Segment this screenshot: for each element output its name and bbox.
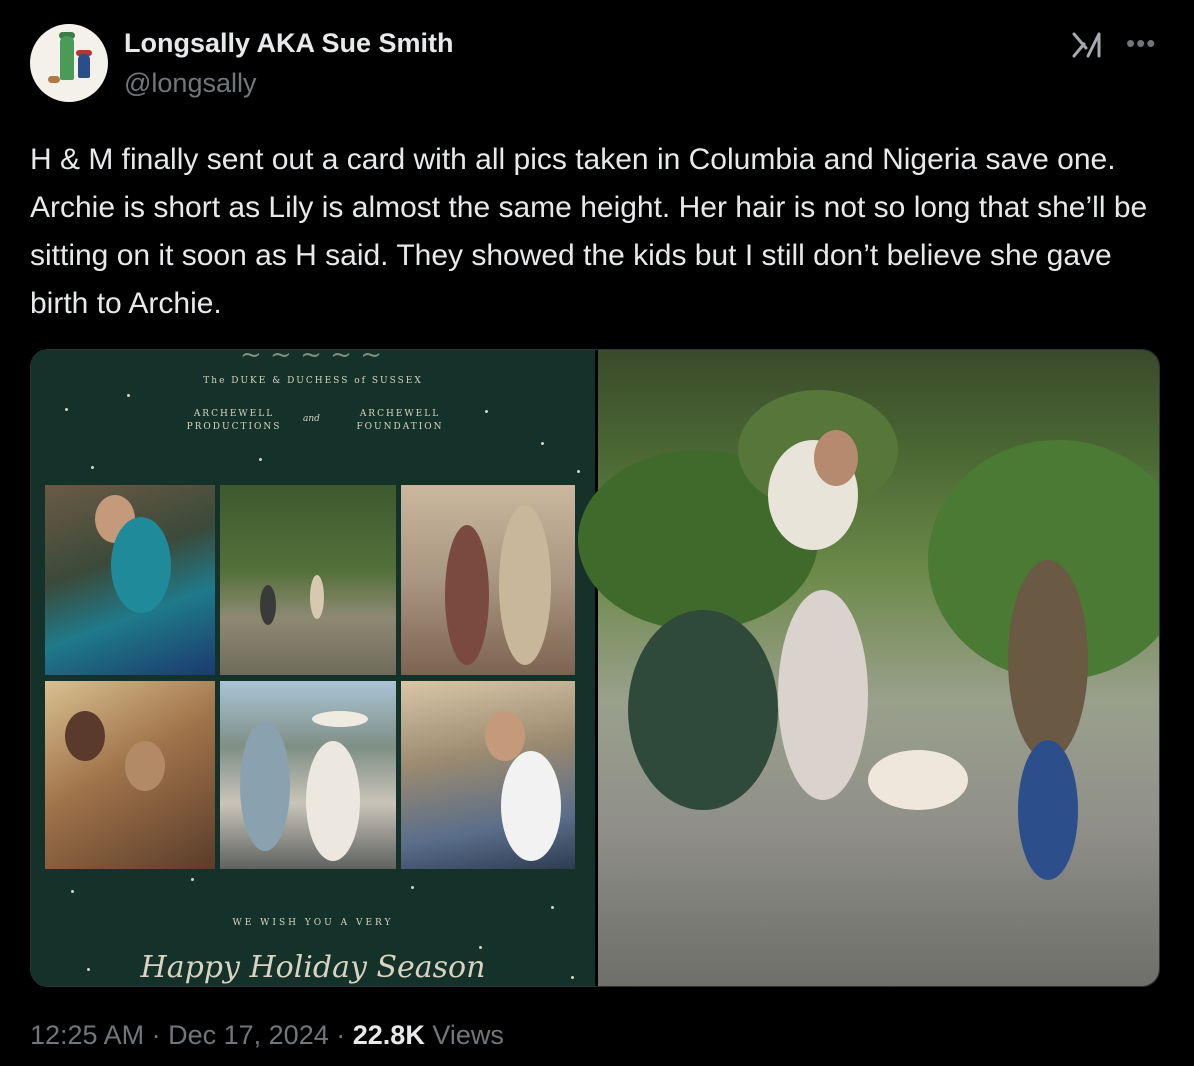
- card-star: [479, 946, 482, 949]
- card-top-script: ~ ~ ~ ~ ~: [240, 349, 382, 370]
- grok-icon[interactable]: [1070, 28, 1104, 62]
- meta-separator: ·: [336, 1020, 346, 1050]
- card-star: [485, 410, 488, 413]
- avatar-dog: [48, 76, 60, 83]
- card-and: and: [303, 414, 320, 424]
- tweet-date[interactable]: Dec 17, 2024: [168, 1020, 329, 1050]
- card-star: [551, 906, 554, 909]
- card-archewell-productions: ARCHEWELL PRODUCTIONS: [186, 409, 282, 432]
- holiday-card-image[interactable]: ~ ~ ~ ~ ~ The DUKE & DUCHESS of SUSSEX A…: [31, 349, 595, 986]
- card-star: [541, 442, 544, 445]
- card-photo-hug: [45, 485, 215, 675]
- card-season-line: Happy Holiday Season: [140, 950, 486, 985]
- card-duke-line: The DUKE & DUCHESS of SUSSEX: [203, 376, 423, 386]
- card-star: [65, 408, 68, 411]
- avatar[interactable]: [30, 24, 108, 102]
- card-star: [191, 878, 194, 881]
- more-icon[interactable]: •••: [1126, 28, 1158, 58]
- card-photo-couple: [401, 485, 575, 675]
- views-label: Views: [432, 1020, 504, 1050]
- author-display-name[interactable]: Longsally AKA Sue Smith: [124, 28, 454, 59]
- card-photo-hospital: [401, 681, 575, 869]
- card-photo-group: [45, 681, 215, 869]
- tweet-meta: 12:25 AM · Dec 17, 2024 · 22.8K Views: [30, 1020, 504, 1051]
- avatar-figure: [60, 36, 74, 80]
- card-archewell-foundation: ARCHEWELL FOUNDATION: [356, 409, 444, 432]
- card-star: [91, 466, 94, 469]
- card-star: [577, 470, 580, 473]
- family-photo-image[interactable]: [578, 350, 1159, 986]
- card-star: [411, 886, 414, 889]
- card-star: [127, 394, 130, 397]
- tweet-text: H & M finally sent out a card with all p…: [30, 143, 1148, 320]
- card-star: [259, 458, 262, 461]
- card-photo-garden: [220, 485, 396, 675]
- card-star: [71, 890, 74, 893]
- tweet-time[interactable]: 12:25 AM: [30, 1020, 144, 1050]
- media-grid[interactable]: ~ ~ ~ ~ ~ The DUKE & DUCHESS of SUSSEX A…: [30, 349, 1160, 987]
- card-photo-hat: [220, 681, 396, 869]
- meta-separator: ·: [151, 1020, 161, 1050]
- card-wish-line: WE WISH YOU A VERY: [232, 918, 394, 928]
- tweet: Longsally AKA Sue Smith @longsally ••• H…: [0, 0, 1194, 1066]
- views-count: 22.8K: [352, 1020, 425, 1050]
- author-handle[interactable]: @longsally: [124, 68, 256, 99]
- avatar-bear: [78, 54, 90, 78]
